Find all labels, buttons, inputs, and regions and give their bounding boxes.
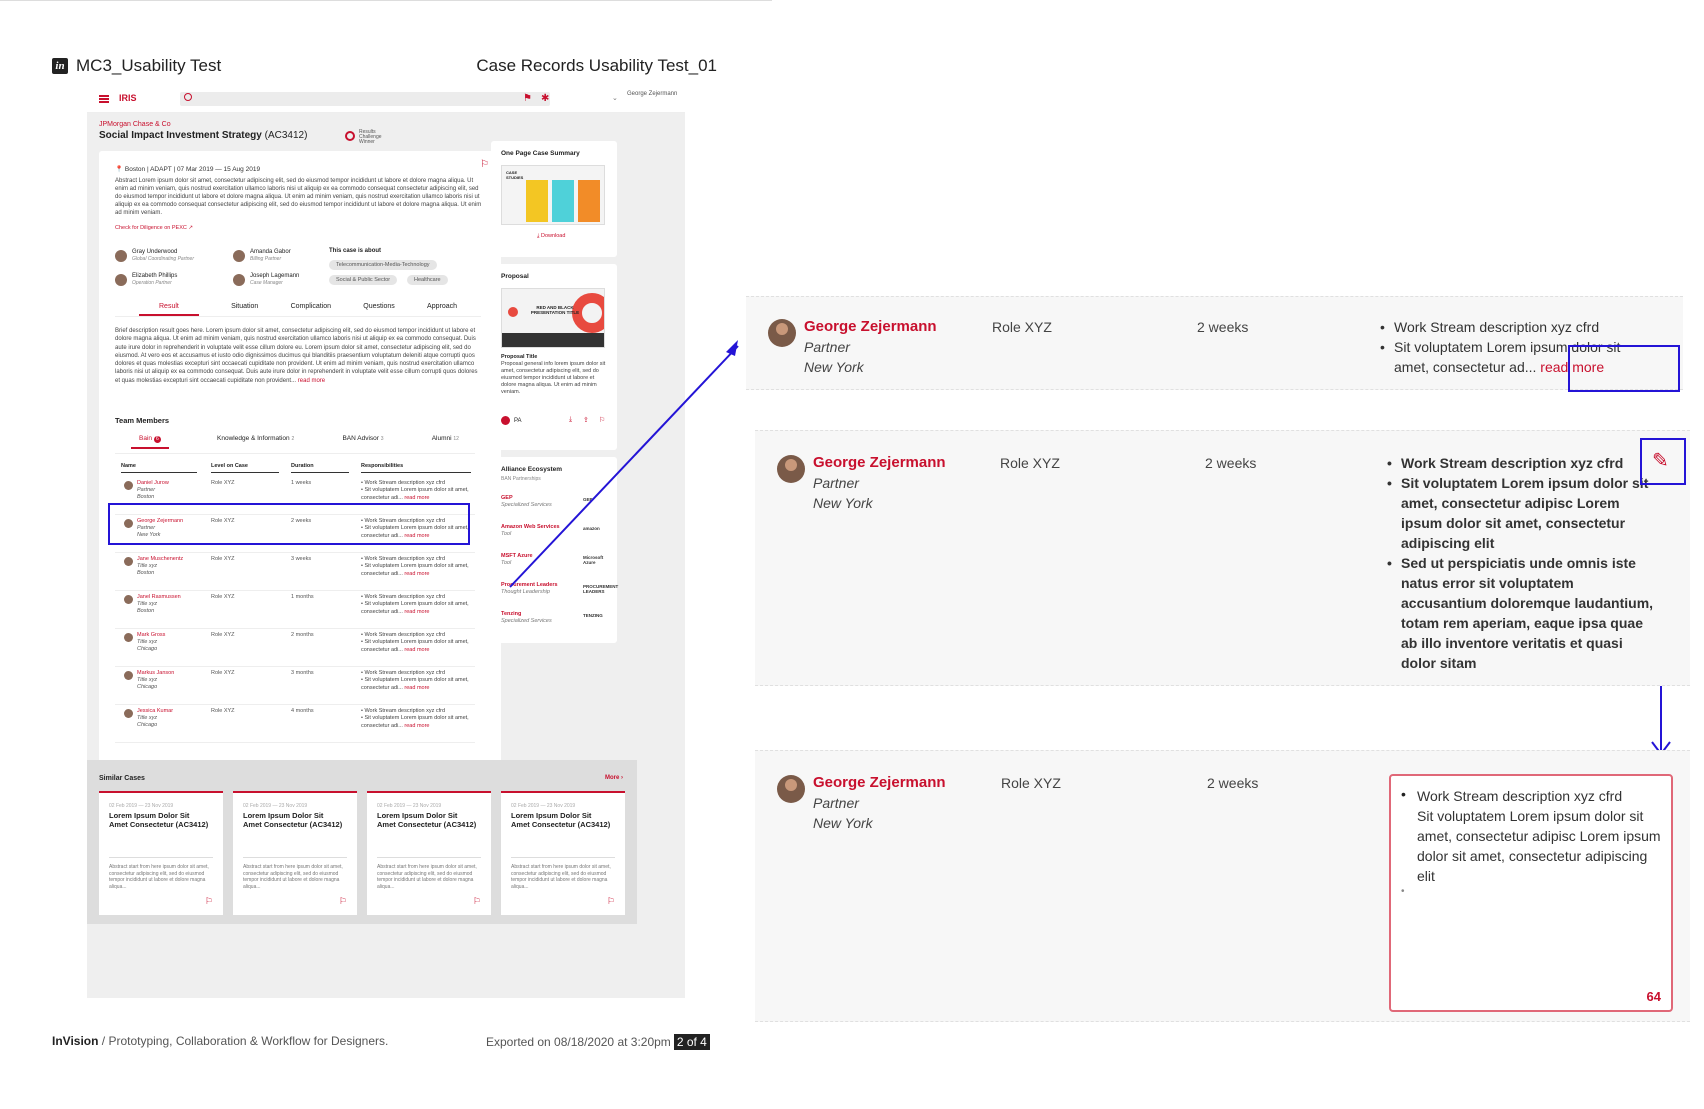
arrow-line (509, 345, 739, 588)
avatar (768, 319, 796, 347)
member-title: Partner (804, 339, 850, 355)
responsibilities-editor[interactable]: • Work Stream description xyz cfrd Sit vo… (1389, 774, 1673, 1012)
bullet-marker: • (1401, 786, 1406, 802)
zoom-row-expanded: George Zejermann Partner New York Role X… (755, 430, 1690, 686)
responsibilities-list: Work Stream description xyz cfrd Sit vol… (1385, 453, 1655, 673)
responsibility-item: Work Stream description xyz cfrd (1385, 453, 1655, 473)
footer-brand: InVision (52, 1034, 99, 1048)
responsibility-item: Sed ut perspiciatis unde omnis iste natu… (1385, 553, 1655, 673)
member-name[interactable]: George Zejermann (813, 453, 946, 473)
member-name[interactable]: George Zejermann (813, 773, 946, 793)
member-location: New York (813, 815, 873, 831)
editor-line: Sit voluptatem Lorem ipsum dolor sit ame… (1417, 808, 1661, 884)
member-location: New York (813, 495, 873, 511)
member-duration: 2 weeks (1197, 319, 1249, 335)
avatar (777, 455, 805, 483)
page-indicator: 2 of 4 (673, 1034, 710, 1050)
responsibility-item: Sit voluptatem Lorem ipsum dolor sit ame… (1385, 473, 1655, 553)
character-counter: 64 (1646, 989, 1661, 1004)
member-duration: 2 weeks (1205, 455, 1257, 471)
member-title: Partner (813, 475, 859, 491)
member-name[interactable]: George Zejermann (804, 317, 937, 337)
footer-tagline: / Prototyping, Collaboration & Workflow … (98, 1034, 389, 1048)
editor-line: Work Stream description xyz cfrd (1417, 788, 1623, 804)
responsibility-item: Work Stream description xyz cfrd (1378, 317, 1648, 337)
member-role: Role XYZ (1000, 455, 1060, 471)
edit-pencil-icon[interactable]: ✎ (1652, 448, 1669, 473)
arrow-head (726, 340, 738, 356)
highlight-box (1568, 345, 1680, 392)
bullet-marker: • (1401, 886, 1405, 897)
member-title: Partner (813, 795, 859, 811)
member-duration: 2 weeks (1207, 775, 1259, 791)
member-role: Role XYZ (992, 319, 1052, 335)
footer-right: Exported on 08/18/2020 at 3:20pm 2 of 4 (486, 1034, 710, 1050)
footer-left: InVision / Prototyping, Collaboration & … (52, 1034, 388, 1048)
zoom-row-collapsed: George Zejermann Partner New York Role X… (746, 296, 1683, 390)
member-role: Role XYZ (1001, 775, 1061, 791)
editor-text[interactable]: Work Stream description xyz cfrd Sit volu… (1417, 786, 1663, 886)
member-location: New York (804, 359, 864, 375)
avatar (777, 775, 805, 803)
footer-export: Exported on 08/18/2020 at 3:20pm (486, 1035, 671, 1049)
